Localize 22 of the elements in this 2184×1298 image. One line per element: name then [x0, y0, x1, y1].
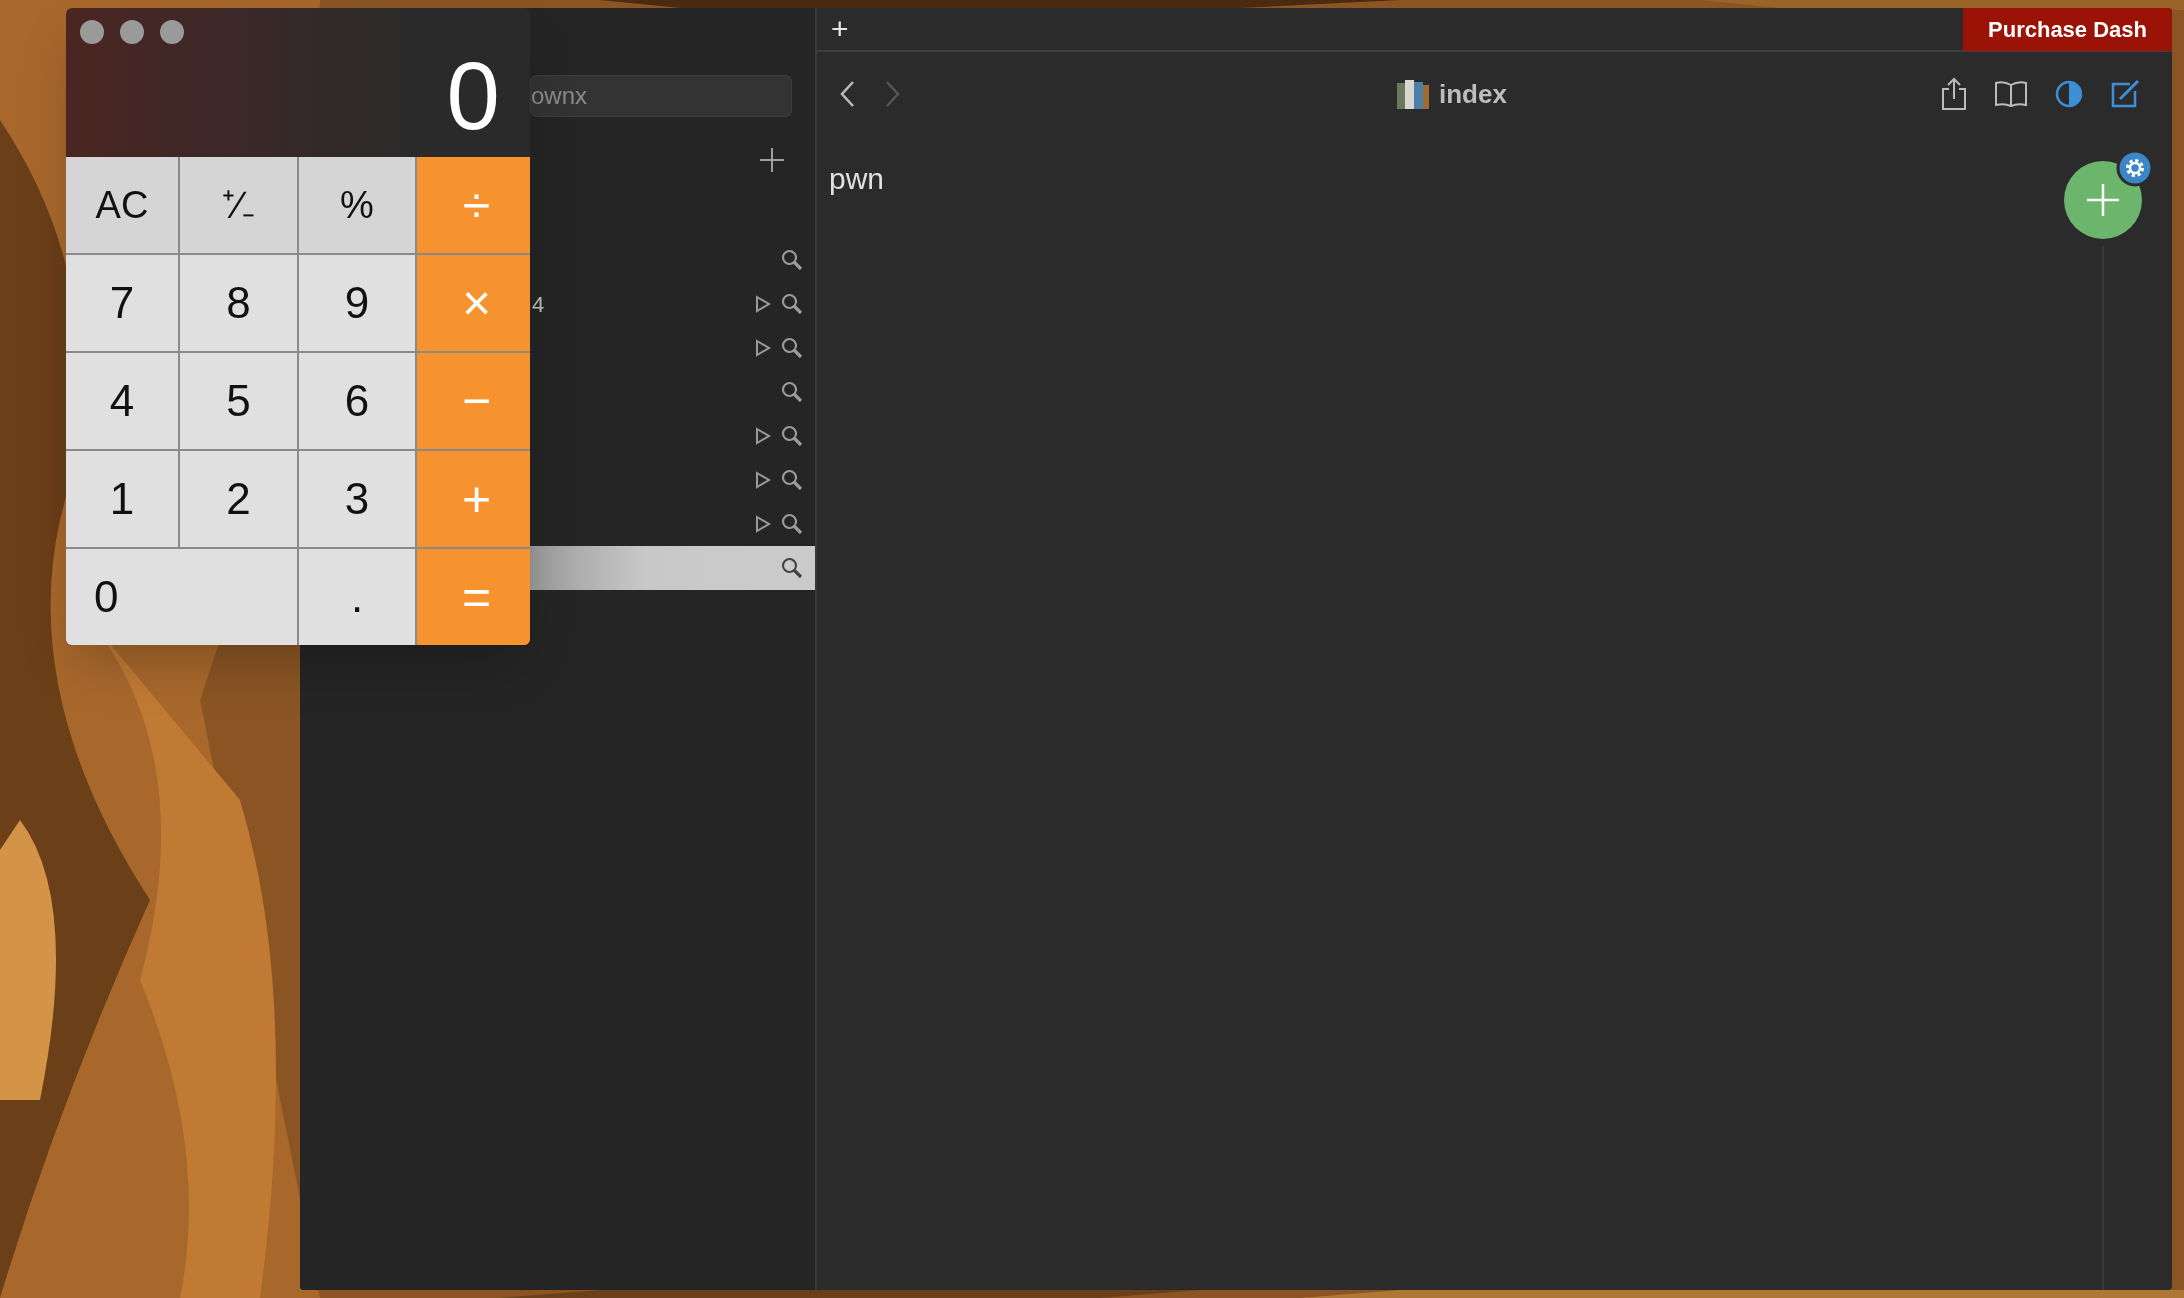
digit-key[interactable]: 5	[180, 353, 297, 449]
new-tab-button[interactable]: +	[827, 14, 853, 44]
digit-key[interactable]: 8	[180, 255, 297, 351]
page-title: index	[1439, 77, 1507, 111]
function-key[interactable]: ⁺∕₋	[180, 157, 297, 253]
digit-key[interactable]: 3	[299, 451, 415, 547]
sidebar-row[interactable]: 4	[530, 282, 815, 326]
digit-key[interactable]: .	[299, 549, 415, 645]
function-key[interactable]: %	[299, 157, 415, 253]
purchase-button[interactable]: Purchase Dash	[1963, 8, 2172, 51]
digit-key[interactable]: 2	[180, 451, 297, 547]
digit-key[interactable]: 7	[66, 255, 178, 351]
digit-key[interactable]: 1	[66, 451, 178, 547]
content-text: pwn	[829, 161, 885, 197]
function-key[interactable]: AC	[66, 157, 178, 253]
digit-key[interactable]: 4	[66, 353, 178, 449]
row-label: 4	[531, 290, 545, 319]
digit-key[interactable]: 6	[299, 353, 415, 449]
digit-key[interactable]: 0	[66, 549, 297, 645]
digit-key[interactable]: 9	[299, 255, 415, 351]
search-field[interactable]: ownx	[530, 75, 792, 117]
calculator-display: 0	[446, 48, 500, 144]
